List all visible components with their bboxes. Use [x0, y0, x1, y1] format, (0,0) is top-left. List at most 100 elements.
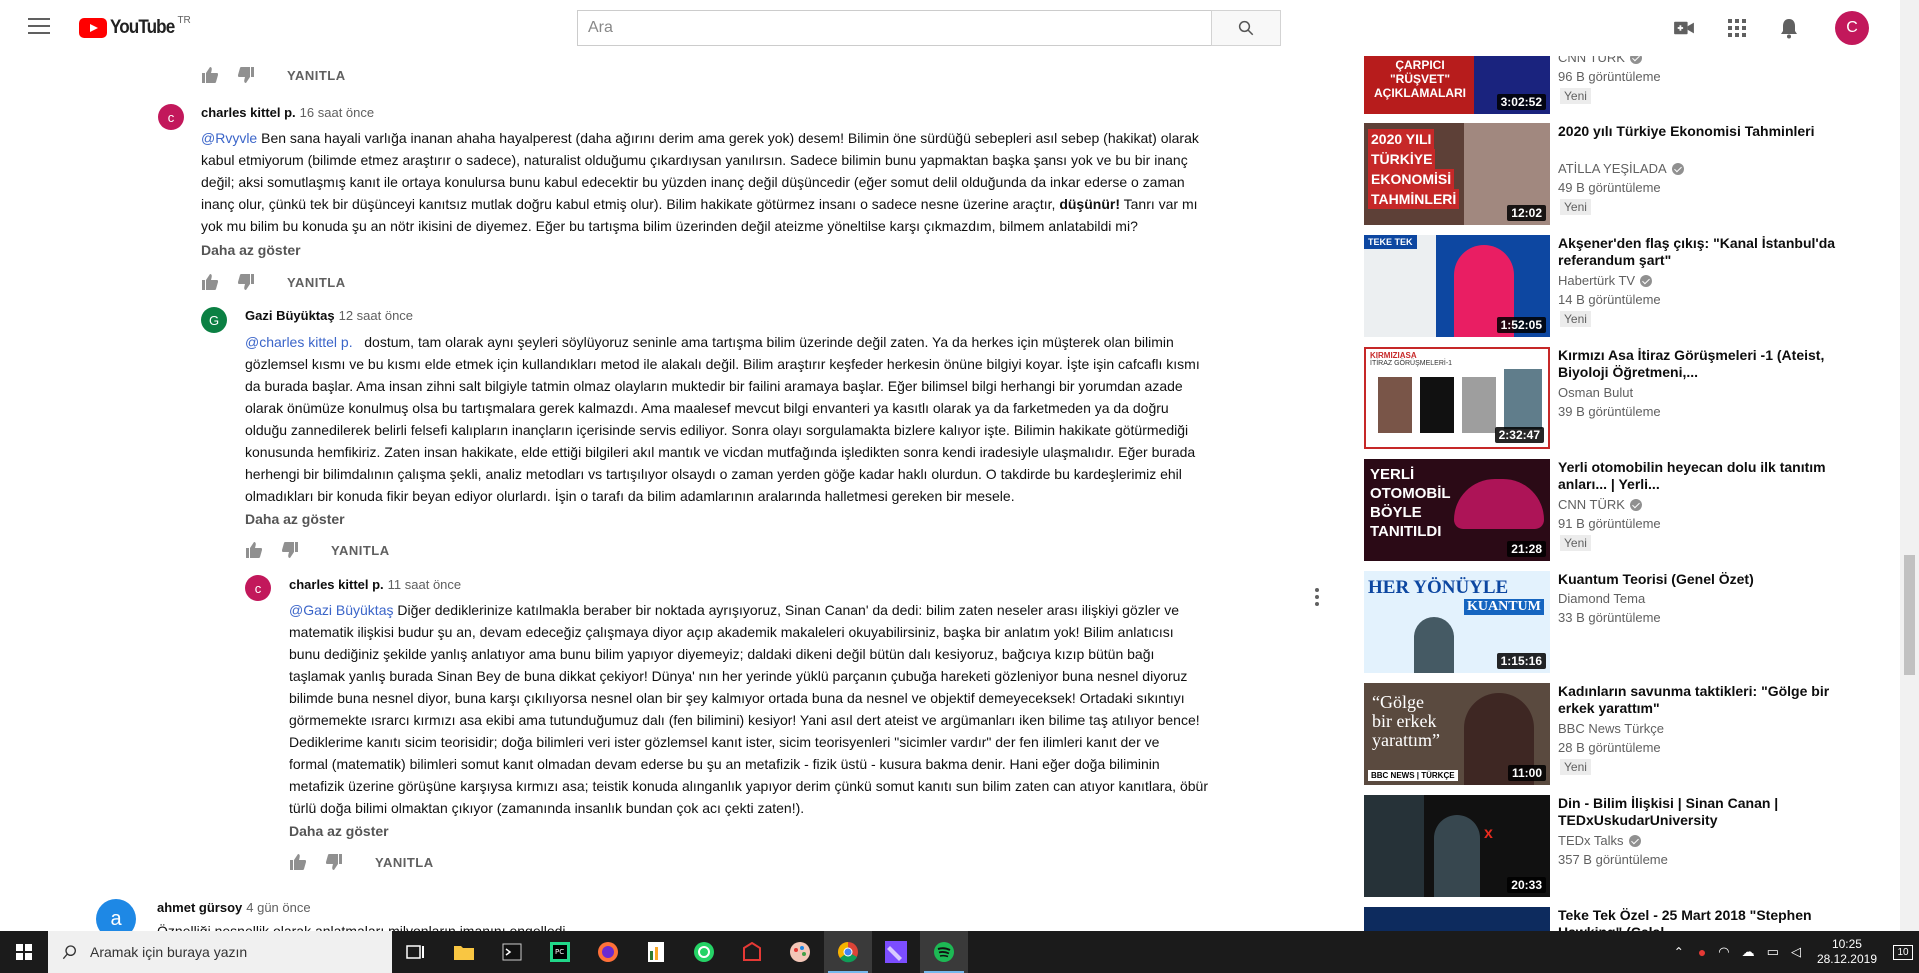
mention-link[interactable]: @Gazi Büyüktaş	[289, 602, 393, 618]
reply-button[interactable]: YANITLA	[375, 855, 434, 870]
video-duration: 21:28	[1507, 541, 1546, 557]
spreadsheet-icon[interactable]	[632, 931, 680, 973]
comment-time[interactable]: 12 saat önce	[339, 308, 413, 323]
dislike-icon[interactable]	[281, 541, 299, 559]
page-scrollbar[interactable]	[1900, 0, 1919, 931]
avatar[interactable]: c	[158, 104, 184, 130]
search-input[interactable]	[577, 10, 1211, 46]
video-thumbnail[interactable]: x 20:33	[1364, 795, 1550, 897]
chrome-icon[interactable]	[824, 931, 872, 973]
related-video[interactable]: HER YÖNÜYLE KUANTUM 1:15:16 Kuantum Teor…	[1364, 571, 1900, 675]
avatar[interactable]: a	[96, 899, 136, 931]
firefox-icon[interactable]	[584, 931, 632, 973]
video-title[interactable]: Yerli otomobilin heyecan dolu ilk tanıtı…	[1558, 459, 1848, 493]
dislike-icon[interactable]	[237, 66, 255, 84]
more-options-icon[interactable]	[1313, 588, 1321, 612]
comment-header: Gazi Büyüktaş 12 saat önce	[245, 308, 413, 323]
weather-icon[interactable]: ☁	[1742, 944, 1755, 960]
video-title[interactable]: Kadınların savunma taktikleri: "Gölge bi…	[1558, 683, 1848, 717]
paint-icon[interactable]	[776, 931, 824, 973]
account-avatar[interactable]: C	[1835, 11, 1869, 45]
verified-icon	[1671, 162, 1684, 175]
tray-app-icon[interactable]: ●	[1698, 944, 1706, 960]
video-thumbnail[interactable]: KIRMIZIASA İTİRAZ GÖRÜŞMELERİ-1 2:32:47	[1364, 347, 1550, 449]
comment-time[interactable]: 11 saat önce	[388, 577, 461, 592]
video-thumbnail[interactable]: YERLİ OTOMOBİL BÖYLE TANITILDI 21:28	[1364, 459, 1550, 561]
related-video[interactable]: Teke Tek Özel - 25 Mart 2018 "Stephen Ha…	[1364, 907, 1900, 931]
show-less-button[interactable]: Daha az göster	[289, 823, 389, 839]
youtube-logo[interactable]: YouTube TR	[79, 15, 191, 39]
video-title[interactable]: Din - Bilim İlişkisi | Sinan Canan | TED…	[1558, 795, 1848, 829]
taskbar-clock[interactable]: 10:25 28.12.2019	[1817, 937, 1877, 967]
related-video[interactable]: “Gölge bir erkek yarattım” BBC NEWS | TÜ…	[1364, 683, 1900, 787]
task-view-icon[interactable]	[392, 931, 440, 973]
new-badge: Yeni	[1560, 759, 1591, 775]
windows-logo-icon	[16, 944, 32, 960]
taskbar-search[interactable]: Aramak için buraya yazın	[48, 931, 392, 973]
start-button[interactable]	[0, 931, 48, 973]
notification-center-icon[interactable]: 10	[1887, 931, 1919, 973]
youtube-play-icon	[79, 18, 107, 38]
video-thumbnail[interactable]	[1364, 907, 1550, 931]
scrollbar-thumb[interactable]	[1904, 555, 1915, 675]
notifications-bell-icon[interactable]	[1777, 16, 1801, 40]
related-video[interactable]: x 20:33 Din - Bilim İlişkisi | Sinan Can…	[1364, 795, 1900, 899]
dislike-icon[interactable]	[325, 853, 343, 871]
related-video[interactable]: 2020 YILI TÜRKİYE EKONOMİSİ TAHMİNLERİ 1…	[1364, 123, 1900, 227]
related-video[interactable]: TEKE TEK 1:52:05 Akşener'den flaş çıkış:…	[1364, 235, 1900, 339]
video-duration: 1:15:16	[1496, 653, 1546, 669]
like-icon[interactable]	[201, 66, 219, 84]
vs-icon[interactable]	[872, 931, 920, 973]
video-thumbnail[interactable]: “Gölge bir erkek yarattım” BBC NEWS | TÜ…	[1364, 683, 1550, 785]
comment-time[interactable]: 4 gün önce	[246, 900, 310, 915]
video-thumbnail[interactable]: HER YÖNÜYLE KUANTUM 1:15:16	[1364, 571, 1550, 673]
avatar[interactable]: c	[245, 575, 271, 601]
author-name[interactable]: Gazi Büyüktaş	[245, 308, 335, 323]
video-title[interactable]: Kırmızı Asa İtiraz Görüşmeleri -1 (Ateis…	[1558, 347, 1848, 381]
avatar[interactable]: G	[201, 307, 227, 333]
comment-time[interactable]: 16 saat önce	[300, 105, 374, 120]
battery-icon[interactable]: ▭	[1767, 944, 1779, 960]
channel-name: BBC News Türkçe	[1558, 721, 1664, 736]
mention-link[interactable]: @charles kittel p.	[245, 334, 353, 350]
whatsapp-icon[interactable]	[680, 931, 728, 973]
menu-icon[interactable]	[28, 18, 50, 36]
pycharm-icon[interactable]: PC	[536, 931, 584, 973]
like-icon[interactable]	[201, 273, 219, 291]
show-less-button[interactable]: Daha az göster	[245, 511, 345, 527]
author-name[interactable]: charles kittel p.	[289, 577, 384, 592]
mention-link[interactable]: @Rvyvle	[201, 130, 257, 146]
reply-button[interactable]: YANITLA	[287, 275, 346, 290]
search-bar	[577, 10, 1281, 46]
video-title[interactable]: Kuantum Teorisi (Genel Özet)	[1558, 571, 1848, 588]
app-red-icon[interactable]	[728, 931, 776, 973]
spotify-icon[interactable]	[920, 931, 968, 973]
channel-name: Osman Bulut	[1558, 385, 1634, 400]
author-name[interactable]: charles kittel p.	[201, 105, 296, 120]
video-title[interactable]: 2020 yılı Türkiye Ekonomisi Tahminleri	[1558, 123, 1848, 140]
terminal-icon[interactable]	[488, 931, 536, 973]
wifi-icon[interactable]: ◠	[1718, 944, 1729, 960]
author-name[interactable]: ahmet gürsoy	[157, 900, 242, 915]
chevron-up-icon[interactable]: ⌃	[1674, 945, 1684, 959]
reply-button[interactable]: YANITLA	[287, 68, 346, 83]
related-video[interactable]: YERLİ OTOMOBİL BÖYLE TANITILDI 21:28 Yer…	[1364, 459, 1900, 563]
like-icon[interactable]	[245, 541, 263, 559]
reply-button[interactable]: YANITLA	[331, 543, 390, 558]
new-badge: Yeni	[1560, 199, 1591, 215]
file-explorer-icon[interactable]	[440, 931, 488, 973]
dislike-icon[interactable]	[237, 273, 255, 291]
apps-grid-icon[interactable]	[1725, 16, 1749, 40]
video-thumbnail[interactable]: 2020 YILI TÜRKİYE EKONOMİSİ TAHMİNLERİ 1…	[1364, 123, 1550, 225]
video-thumbnail[interactable]: TEKE TEK 1:52:05	[1364, 235, 1550, 337]
search-button[interactable]	[1211, 10, 1281, 46]
show-less-button[interactable]: Daha az göster	[201, 242, 301, 258]
video-title[interactable]: Akşener'den flaş çıkış: "Kanal İstanbul'…	[1558, 235, 1848, 269]
video-title[interactable]: Teke Tek Özel - 25 Mart 2018 "Stephen Ha…	[1558, 907, 1848, 931]
volume-icon[interactable]: ◁	[1791, 944, 1801, 960]
like-icon[interactable]	[289, 853, 307, 871]
windows-taskbar: Aramak için buraya yazın PC ⌃ ● ◠ ☁ ▭ ◁ …	[0, 931, 1919, 973]
create-video-icon[interactable]	[1672, 16, 1696, 40]
related-video[interactable]: KIRMIZIASA İTİRAZ GÖRÜŞMELERİ-1 2:32:47 …	[1364, 347, 1900, 451]
view-count: 14 B görüntüleme	[1558, 292, 1661, 307]
